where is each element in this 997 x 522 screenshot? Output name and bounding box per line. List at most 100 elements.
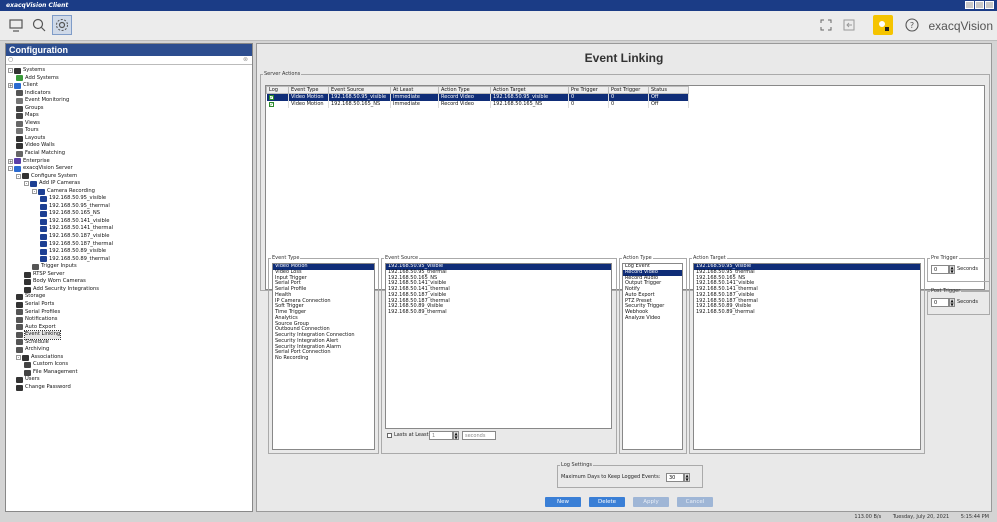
tree-search-input[interactable]: ○ ⊗ <box>6 56 252 65</box>
collapse-icon[interactable]: - <box>16 355 21 361</box>
tree-item[interactable]: Add Security Integrations <box>6 286 252 294</box>
restore-button[interactable] <box>975 1 984 9</box>
column-header[interactable]: Status <box>648 86 689 94</box>
tree-item[interactable]: Facial Matching <box>6 150 252 158</box>
collapse-icon[interactable]: - <box>16 173 21 179</box>
tree-item[interactable]: - Add IP Cameras <box>6 180 252 188</box>
column-header[interactable]: At Least <box>390 86 439 94</box>
collapse-icon[interactable]: - <box>32 189 37 195</box>
tree-item[interactable]: Video Walls <box>6 142 252 150</box>
close-button[interactable] <box>985 1 994 9</box>
help-icon[interactable]: ? <box>902 15 922 35</box>
max-days-spinner[interactable]: ▲ ▼ <box>684 473 690 482</box>
expand-icon[interactable]: + <box>8 83 13 89</box>
list-item[interactable]: Analyze Video <box>623 315 682 322</box>
tree-item[interactable]: 192.168.50.187_visible <box>6 233 252 241</box>
lasts-at-least-spinner[interactable]: ▲ ▼ <box>453 431 459 440</box>
tree-item[interactable]: 192.168.50.141_thermal <box>6 225 252 233</box>
table-row[interactable]: ✓ Video Motion 192.168.50.165_NS Immediate R… <box>266 100 689 108</box>
tree-item[interactable]: Views <box>6 120 252 128</box>
tree-item[interactable]: + Client <box>6 82 252 90</box>
tree-item[interactable]: Indicators <box>6 90 252 98</box>
tree-item[interactable]: Event Linking <box>6 330 252 340</box>
cancel-button[interactable]: Cancel <box>677 497 713 507</box>
tree-item[interactable]: Notifications <box>6 316 252 324</box>
pre-trigger-input[interactable]: 0 <box>931 265 949 274</box>
apply-button[interactable]: Apply <box>633 497 669 507</box>
delete-button[interactable]: Delete <box>589 497 625 507</box>
tree-item[interactable]: Custom Icons <box>6 361 252 369</box>
tree-item[interactable]: 192.168.50.89_visible <box>6 248 252 256</box>
column-header[interactable]: Event Source <box>328 86 391 94</box>
tree-item[interactable]: Add Systems <box>6 75 252 83</box>
minimize-button[interactable] <box>965 1 974 9</box>
tree-item[interactable]: Event Monitoring <box>6 97 252 105</box>
clear-search-icon[interactable]: ⊗ <box>243 56 248 63</box>
expand-icon[interactable]: + <box>8 158 13 164</box>
collapse-icon[interactable]: - <box>24 181 29 187</box>
tree-item[interactable]: Serial Ports <box>6 301 252 309</box>
pre-trigger-spinner[interactable]: ▲ ▼ <box>949 265 955 274</box>
tree-item[interactable]: Body Worn Cameras <box>6 278 252 286</box>
action-type-list[interactable]: Log Event Record Video Record Audio Output … <box>622 263 683 450</box>
post-trigger-input[interactable]: 0 <box>931 298 949 307</box>
collapse-icon[interactable]: - <box>8 68 13 74</box>
search-icon[interactable] <box>29 15 49 35</box>
list-item[interactable]: 192.168.50.89_thermal <box>694 309 920 316</box>
column-header[interactable]: Event Type <box>288 86 329 94</box>
gear-icon[interactable] <box>52 15 72 35</box>
table-row[interactable]: ✓ Video Motion 192.168.50.95_visible Immedi… <box>266 93 689 101</box>
tree-item[interactable]: Serial Profiles <box>6 309 252 317</box>
lasts-at-least-checkbox[interactable] <box>387 433 392 438</box>
list-item[interactable]: 192.168.50.89_thermal <box>386 309 611 316</box>
tree-item[interactable]: Layouts <box>6 135 252 143</box>
tree-item[interactable]: 192.168.50.141_visible <box>6 218 252 226</box>
tree-item[interactable]: 192.168.50.187_thermal <box>6 241 252 249</box>
tree-item[interactable]: Users <box>6 376 252 384</box>
tree-item[interactable]: 192.168.50.89_thermal <box>6 256 252 264</box>
fullscreen-icon[interactable] <box>816 15 836 35</box>
tree-item[interactable]: - exacqVision Server <box>6 165 252 173</box>
action-target-list[interactable]: 192.168.50.95_visible 192.168.50.95_therm… <box>693 263 921 450</box>
event-source-list[interactable]: 192.168.50.95_visible 192.168.50.95_therm… <box>385 263 612 429</box>
column-header[interactable]: Action Type <box>438 86 491 94</box>
column-header[interactable]: Action Target <box>490 86 569 94</box>
log-checkbox[interactable]: ✓ <box>268 94 274 100</box>
tree-item[interactable]: - Associations <box>6 354 252 362</box>
tree-item[interactable]: Schedule <box>6 339 252 347</box>
table-cell: Record Video <box>438 93 491 101</box>
max-days-input[interactable]: 30 <box>666 473 684 482</box>
notification-icon[interactable] <box>873 15 893 35</box>
post-trigger-spinner[interactable]: ▲ ▼ <box>949 298 955 307</box>
tree-item[interactable]: Tours <box>6 127 252 135</box>
lasts-unit-select[interactable]: seconds <box>462 431 496 440</box>
tree-item[interactable]: - Systems <box>6 67 252 75</box>
log-checkbox[interactable]: ✓ <box>268 101 274 107</box>
live-monitor-icon[interactable] <box>6 15 26 35</box>
tree-item[interactable]: 192.168.50.95_thermal <box>6 203 252 211</box>
tree-item[interactable]: Change Password <box>6 384 252 392</box>
tree-item[interactable]: - Configure System <box>6 173 252 181</box>
tree-item[interactable]: 192.168.50.95_visible <box>6 195 252 203</box>
column-header[interactable]: Post Trigger <box>608 86 649 94</box>
tree-item[interactable]: + Enterprise <box>6 158 252 166</box>
tree-item[interactable]: Trigger Inputs <box>6 263 252 271</box>
tree-item-label: Change Password <box>25 383 71 390</box>
lasts-at-least-value[interactable]: 1 <box>429 431 453 440</box>
column-header[interactable]: Log <box>266 86 289 94</box>
event-type-list[interactable]: Video Motion Video Loss Input Trigger Seria… <box>272 263 375 450</box>
list-item[interactable]: No Recording <box>273 355 374 362</box>
tree-item[interactable]: Storage <box>6 293 252 301</box>
tree-item[interactable]: Archiving <box>6 346 252 354</box>
tree-item[interactable]: Maps <box>6 112 252 120</box>
tree-item[interactable]: Groups <box>6 105 252 113</box>
tree-item[interactable]: 192.168.50.165_NS <box>6 210 252 218</box>
exit-icon[interactable] <box>839 15 859 35</box>
tree-item[interactable]: Auto Export <box>6 324 252 332</box>
tree-item[interactable]: RTSP Server <box>6 271 252 279</box>
new-button[interactable]: New <box>545 497 581 507</box>
tree-item[interactable]: File Management <box>6 369 252 377</box>
column-header[interactable]: Pre Trigger <box>568 86 609 94</box>
collapse-icon[interactable]: - <box>8 166 13 172</box>
tree-item[interactable]: - Camera Recording <box>6 188 252 196</box>
